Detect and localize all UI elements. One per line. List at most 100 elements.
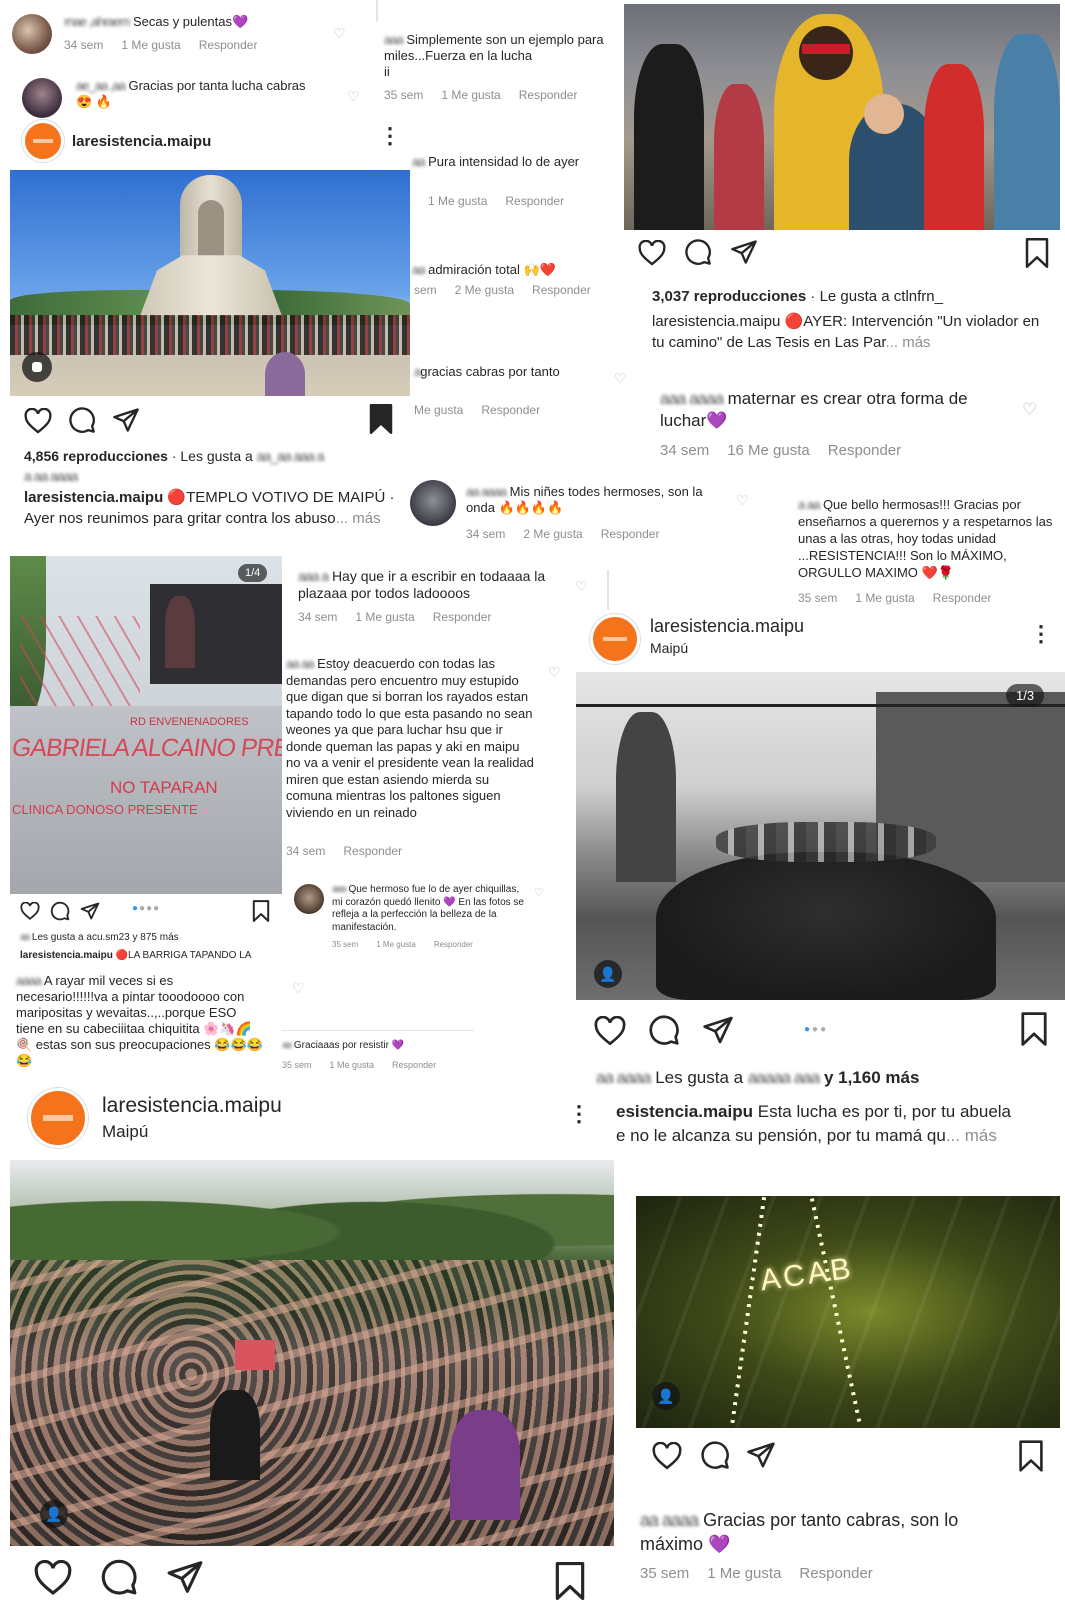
comment-like-icon[interactable]: ♡: [1022, 400, 1037, 420]
comment-text: aa aaaa Mis niñes todes hermoses, son la…: [466, 484, 703, 515]
post-likes: aa aaaa Les gusta a aaaaa aaa y 1,160 má…: [596, 1068, 920, 1087]
comment-text: aaaa A rayar mil veces si es necesario!!…: [16, 973, 263, 1068]
comment-text: aa Pura intensidad lo de ayer: [412, 154, 580, 169]
more-options-icon[interactable]: ⋮: [1030, 623, 1052, 645]
post-likes: 3,037 reproducciones · Le gusta a ctlnfr…: [652, 288, 943, 305]
comment-meta: 1 Me gusta Responder: [428, 194, 565, 208]
comment-meta: 35 sem 1 Me gusta Responder: [640, 1565, 873, 1582]
paper-plane-icon[interactable]: [112, 406, 140, 434]
carousel-counter: 1/3: [1006, 684, 1045, 707]
bookmark-icon[interactable]: [1020, 1012, 1048, 1046]
tagged-people-icon[interactable]: 👤: [594, 960, 622, 988]
comment-bubble-icon[interactable]: [700, 1440, 730, 1470]
comment-like-icon[interactable]: ♡: [736, 492, 749, 509]
profile-avatar[interactable]: [28, 1088, 88, 1148]
comment-meta: 34 sem 2 Me gusta Responder: [466, 527, 660, 541]
comment-text: aaa Que hermoso fue lo de ayer chiquilla…: [332, 884, 524, 933]
comment-text: rnae ,ahraem Secas y pulentas💜: [64, 14, 249, 29]
profile-avatar[interactable]: [22, 120, 64, 162]
paper-plane-icon[interactable]: [166, 1558, 204, 1596]
post-photo-violador[interactable]: [624, 4, 1060, 230]
post-caption: esistencia.maipu Esta lucha es por ti, p…: [616, 1102, 1012, 1145]
collage-divider: [376, 0, 378, 22]
comment-avatar[interactable]: [12, 14, 52, 54]
heart-outline-icon[interactable]: [652, 1442, 682, 1470]
tagged-people-icon[interactable]: 👤: [652, 1382, 680, 1410]
heart-outline-icon[interactable]: [24, 408, 52, 434]
heart-outline-icon[interactable]: [638, 240, 666, 266]
comment-text: agracias cabras por tanto: [414, 364, 560, 379]
paper-plane-icon[interactable]: [80, 901, 100, 921]
heart-outline-icon[interactable]: [594, 1016, 626, 1046]
post-location[interactable]: Maipú: [650, 640, 688, 656]
comment-meta: 35 sem 1 Me gusta Responder: [332, 940, 473, 949]
paper-plane-icon[interactable]: [702, 1014, 734, 1046]
comment-text: aa Graciaaas por resistir 💜: [282, 1040, 405, 1051]
comment-avatar[interactable]: [410, 480, 456, 526]
post-caption: laresistencia.maipu 🔴LA BARRIGA TAPANDO …: [20, 950, 252, 961]
comment-bubble-icon[interactable]: [50, 901, 70, 921]
comment-bubble-icon[interactable]: [68, 406, 96, 434]
post-caption: laresistencia.maipu 🔴TEMPLO VOTIVO DE MA…: [24, 489, 395, 527]
comment-meta: sem 2 Me gusta Responder: [414, 283, 591, 297]
comment-like-icon[interactable]: ♡: [292, 980, 305, 997]
comment-bubble-icon[interactable]: [100, 1558, 138, 1596]
comment-meta: Me gusta Responder: [414, 403, 541, 417]
comment-meta: 35 sem 1 Me gusta Responder: [282, 1060, 437, 1070]
carousel-dots: ●●●: [804, 1024, 829, 1035]
post-photo-templo[interactable]: [10, 170, 410, 396]
post-author-handle[interactable]: laresistencia.maipu: [102, 1094, 282, 1118]
comment-bubble-icon[interactable]: [684, 238, 712, 266]
post-author-handle[interactable]: laresistencia.maipu: [650, 616, 804, 637]
profile-avatar[interactable]: [590, 614, 640, 664]
post-photo-abuela[interactable]: 1/3 👤: [576, 672, 1065, 1000]
comment-like-icon[interactable]: ♡: [614, 370, 627, 387]
paper-plane-icon[interactable]: [746, 1440, 776, 1470]
bookmark-icon[interactable]: [368, 404, 394, 434]
post-author-handle[interactable]: laresistencia.maipu: [72, 133, 211, 150]
comment-text: aa aaaa Gracias por tanto cabras, son lo…: [640, 1510, 959, 1554]
comment-text: a aa Que bello hermosas!!! Gracias por e…: [798, 497, 1053, 580]
comment-meta: 34 sem 16 Me gusta Responder: [660, 442, 902, 459]
post-likes: 4,856 reproducciones · Les gusta a aa_aa…: [24, 448, 325, 464]
comment-bubble-icon[interactable]: [648, 1014, 680, 1046]
comment-meta: 35 sem 1 Me gusta Responder: [798, 591, 992, 605]
comment-like-icon[interactable]: ♡: [575, 578, 588, 595]
carousel-dots: ●●●●: [132, 903, 161, 914]
post-photo-marcha[interactable]: 👤: [10, 1160, 614, 1546]
comment-like-icon[interactable]: ♡: [548, 664, 561, 681]
tagged-people-icon[interactable]: 👤: [40, 1500, 68, 1528]
post-photo-acab[interactable]: ACAB 👤: [636, 1196, 1060, 1428]
more-options-icon[interactable]: ⋮: [568, 1103, 590, 1125]
comment-like-icon[interactable]: ♡: [534, 886, 544, 899]
collage-divider: [607, 570, 609, 610]
comment-meta: 34 sem 1 Me gusta Responder: [298, 610, 492, 624]
bookmark-icon[interactable]: [1024, 238, 1050, 268]
comment-avatar[interactable]: [22, 78, 62, 118]
bookmark-icon[interactable]: [1018, 1440, 1044, 1472]
post-caption: laresistencia.maipu 🔴AYER: Intervención …: [652, 313, 1040, 351]
comment-meta: 34 sem Responder: [286, 844, 403, 858]
bookmark-icon[interactable]: [252, 900, 270, 922]
collage-divider: [282, 1030, 474, 1031]
comment-like-icon[interactable]: ♡: [333, 25, 346, 42]
more-options-icon[interactable]: ⋮: [379, 125, 401, 147]
post-location[interactable]: Maipú: [102, 1122, 148, 1142]
comment-text: ae_aa ,aa Gracias por tanta lucha cabras…: [76, 78, 306, 109]
comment-text: aa aa Estoy deacuerdo con todas las dema…: [286, 656, 534, 820]
comment-like-icon[interactable]: ♡: [347, 88, 360, 105]
heart-outline-icon[interactable]: [34, 1560, 72, 1596]
post-photo-barriga[interactable]: GABRIELA ALCAINO PRESA NO TAPARAN CLINIC…: [10, 556, 282, 894]
bookmark-icon[interactable]: [554, 1562, 586, 1600]
comment-meta: 35 sem 1 Me gusta Responder: [384, 88, 578, 102]
post-likes: aa Les gusta a acu.sm23 y 875 más: [20, 932, 179, 943]
comment-text: aaa a Hay que ir a escribir en todaaaa l…: [298, 568, 546, 601]
comment-meta: 34 sem 1 Me gusta Responder: [64, 38, 258, 52]
carousel-counter: 1/4: [238, 564, 268, 582]
comment-text: aaa Simplemente son un ejemplo para mile…: [384, 32, 604, 63]
comment-text: aa admiración total 🙌❤️: [412, 262, 556, 277]
comment-avatar[interactable]: [294, 884, 324, 914]
paper-plane-icon[interactable]: [730, 238, 758, 266]
comment-text: aaa aaaa maternar es crear otra forma de…: [660, 389, 968, 430]
heart-outline-icon[interactable]: [20, 902, 40, 920]
